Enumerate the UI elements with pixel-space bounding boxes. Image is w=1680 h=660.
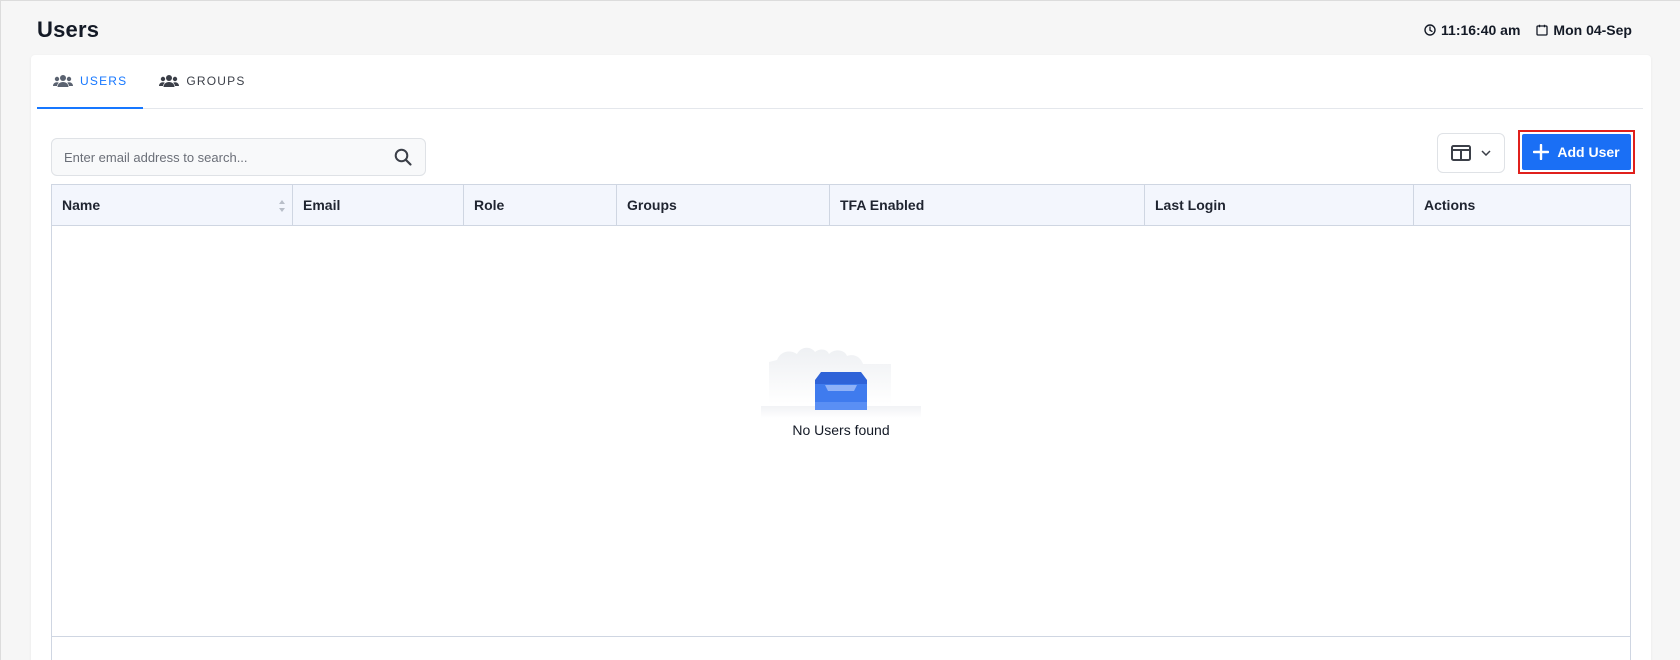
table-body: No Users found (52, 226, 1630, 636)
table-footer-divider (52, 636, 1630, 637)
tab-users-label: USERS (80, 74, 128, 88)
empty-inbox-icon (761, 347, 921, 418)
tab-groups[interactable]: GROUPS (143, 55, 261, 109)
add-user-label: Add User (1557, 144, 1620, 160)
column-header-role: Role (464, 185, 617, 225)
calendar-icon (1536, 24, 1549, 36)
users-icon (53, 75, 73, 87)
empty-state: No Users found (761, 328, 921, 438)
chevron-down-icon (1481, 150, 1491, 156)
page-header: Users 11:16:40 am Mon 04-Sep (37, 15, 1632, 45)
add-user-highlight: Add User (1518, 130, 1635, 174)
date-display: Mon 04-Sep (1536, 22, 1632, 38)
column-header-last-login: Last Login (1145, 185, 1414, 225)
clock-display: 11:16:40 am (1424, 22, 1520, 38)
current-date: Mon 04-Sep (1553, 22, 1632, 38)
current-time: 11:16:40 am (1441, 22, 1521, 38)
header-meta: 11:16:40 am Mon 04-Sep (1424, 22, 1632, 38)
users-table: Name Email Role Groups TFA Enabled Last … (51, 184, 1631, 660)
column-header-groups: Groups (617, 185, 830, 225)
users-icon (159, 75, 180, 87)
column-header-actions: Actions (1424, 197, 1476, 213)
empty-message: No Users found (792, 422, 890, 438)
column-header-email: Email (293, 185, 464, 225)
sort-icon[interactable] (278, 199, 286, 213)
search-input[interactable] (64, 149, 393, 165)
column-header-tfa-enabled: TFA Enabled (830, 185, 1145, 225)
tab-groups-label: GROUPS (186, 74, 246, 88)
plus-icon (1533, 144, 1550, 160)
search-icon[interactable] (393, 147, 413, 167)
search-box (51, 138, 426, 176)
tab-users[interactable]: USERS (37, 55, 144, 109)
page-title: Users (37, 17, 100, 42)
column-header-name[interactable]: Name (52, 185, 293, 225)
users-card: USERS GROUPS Enter email address to sear… (31, 55, 1651, 660)
clock-icon (1424, 24, 1436, 36)
add-user-button[interactable]: Add User (1522, 134, 1631, 170)
columns-toggle-button[interactable] (1437, 133, 1505, 173)
table-header: Name Email Role Groups TFA Enabled Last … (52, 185, 1630, 226)
tab-bar: USERS GROUPS (37, 55, 1643, 109)
columns-icon (1451, 145, 1471, 161)
